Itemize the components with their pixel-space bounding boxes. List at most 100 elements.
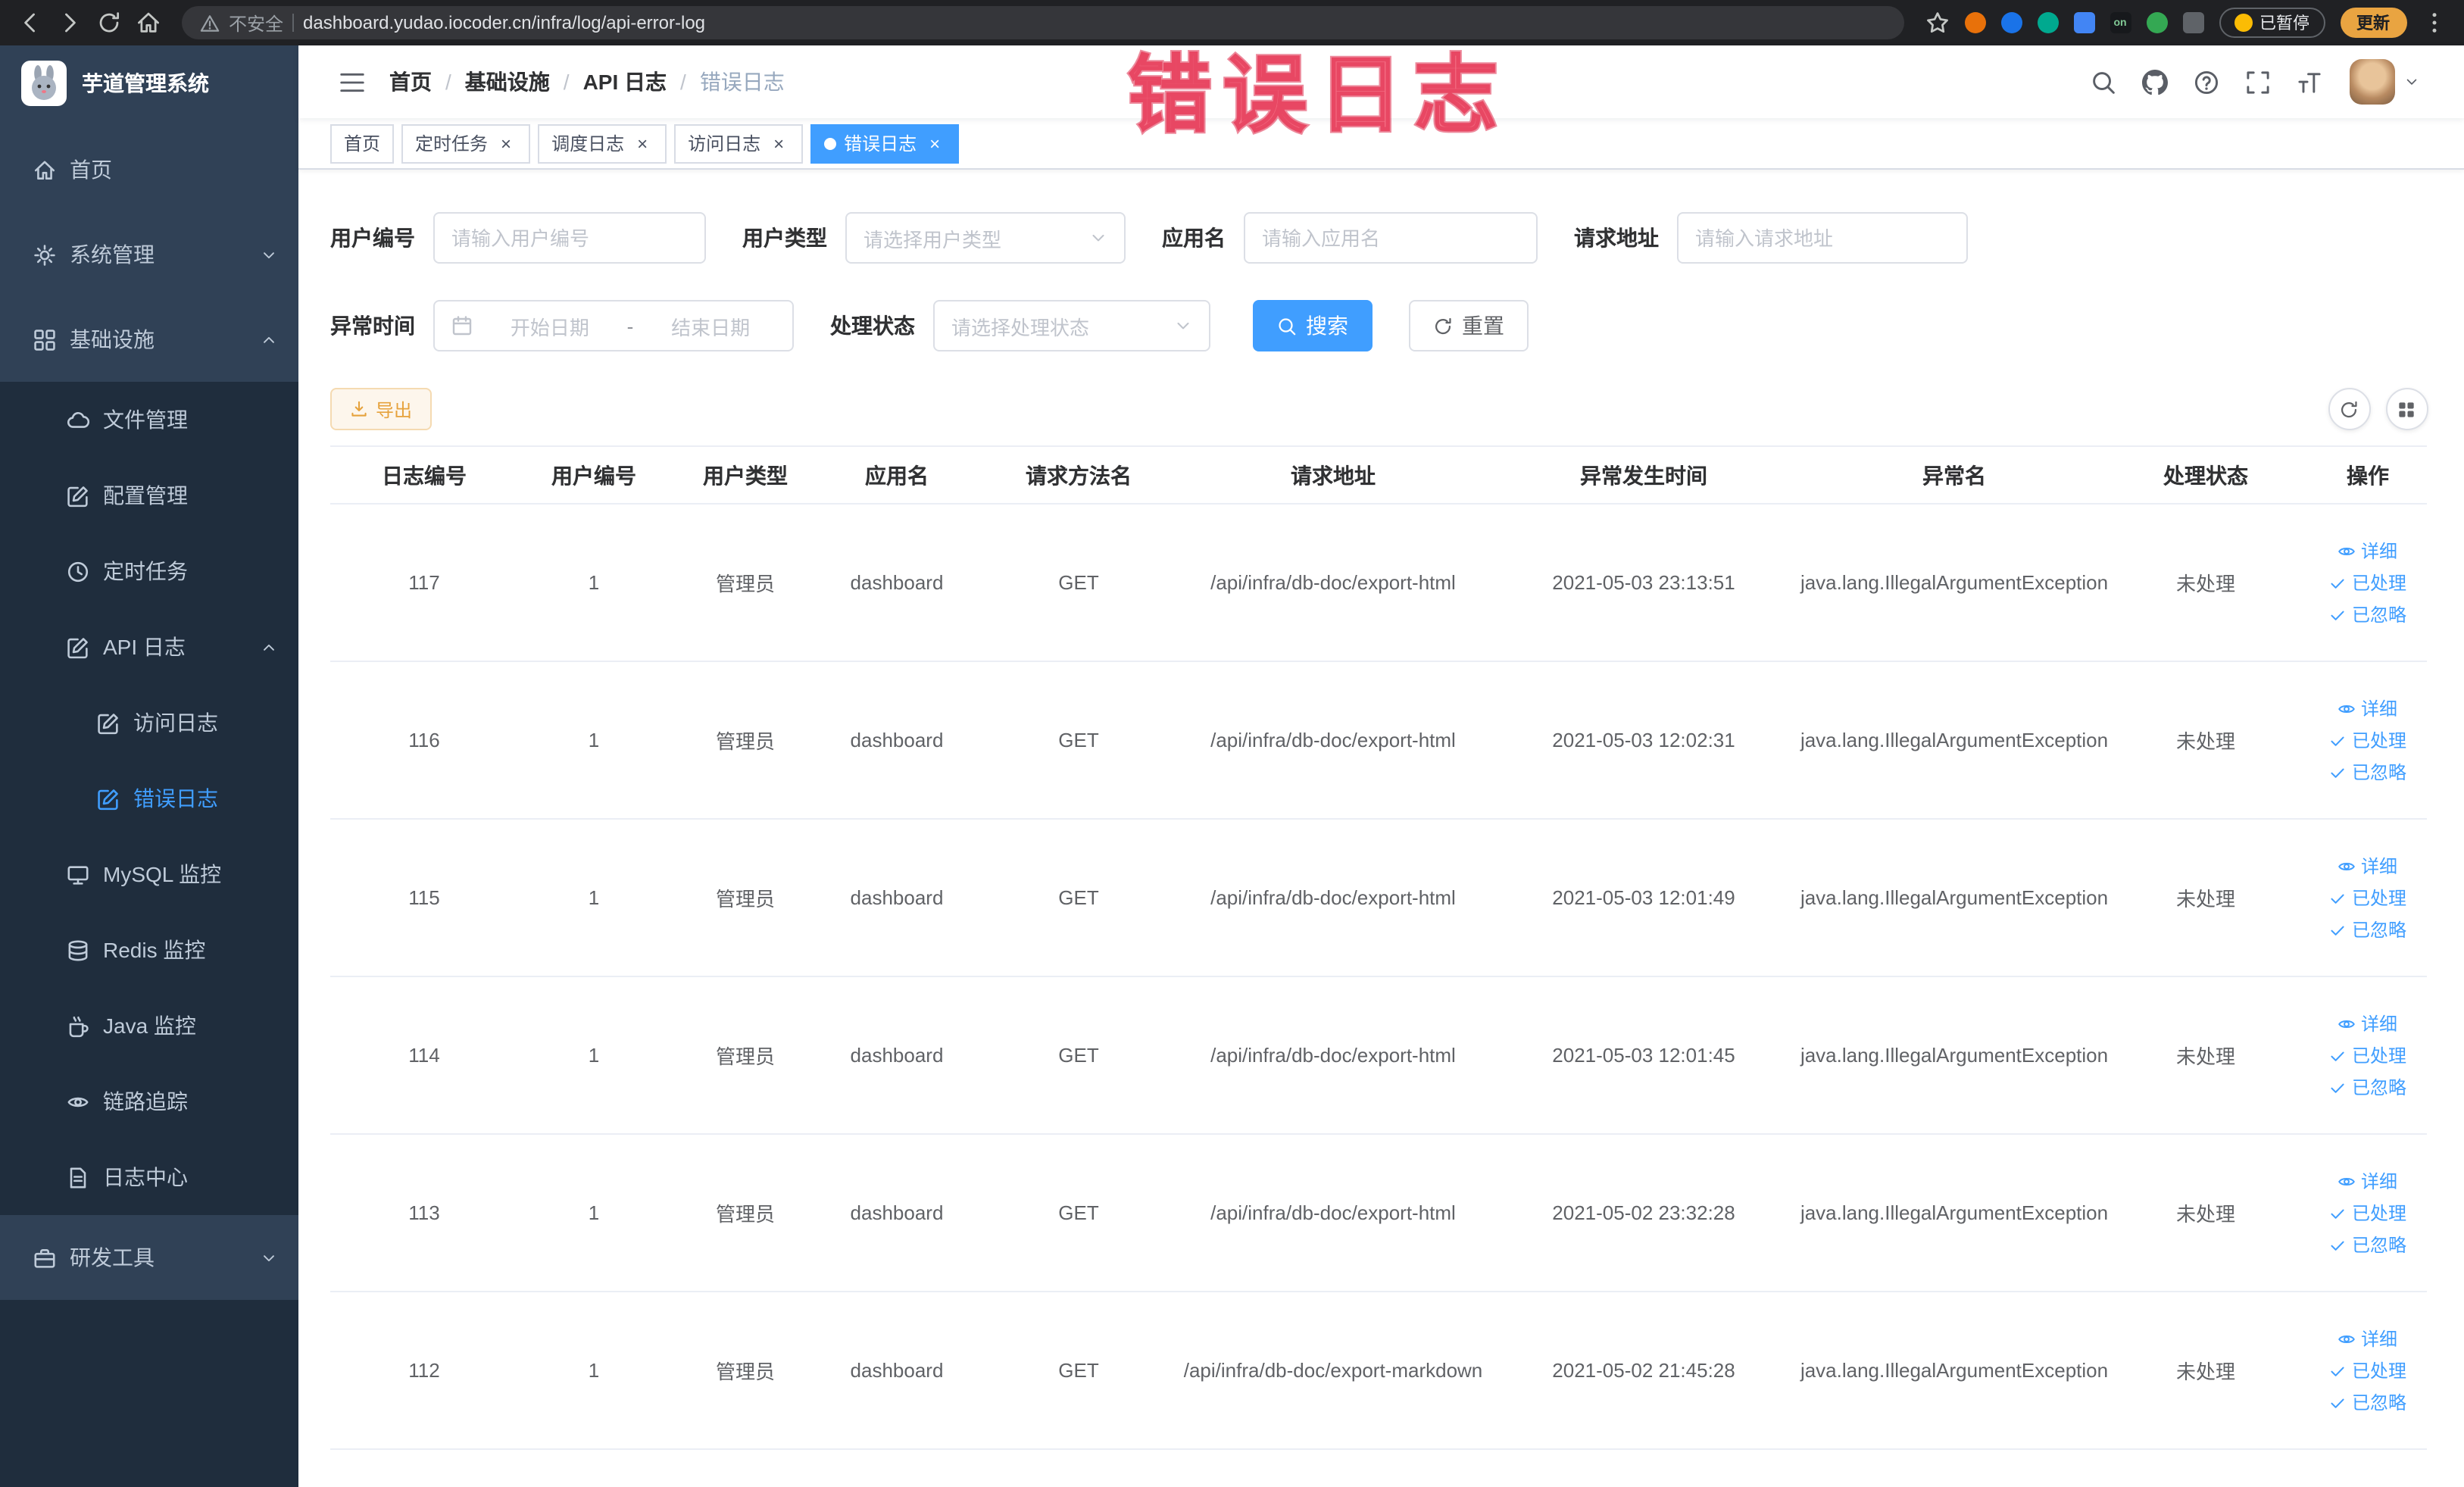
extension-icon[interactable] (1964, 12, 1985, 33)
sidebar-item-mysql-monitor[interactable]: MySQL 监控 (0, 836, 298, 912)
detail-link[interactable]: 详细 (2338, 695, 2397, 721)
app-name-input[interactable] (1244, 212, 1538, 264)
search-button-label: 搜索 (1306, 314, 1348, 338)
user-id-input[interactable] (433, 212, 706, 264)
extension-icon[interactable]: on (2110, 12, 2131, 33)
check-icon (2329, 1236, 2347, 1254)
breadcrumb-item[interactable]: 基础设施 (465, 67, 550, 97)
ignore-link[interactable]: 已忽略 (2329, 759, 2406, 785)
user-type-select[interactable]: 请选择用户类型 (845, 212, 1126, 264)
reset-button[interactable]: 重置 (1409, 300, 1529, 351)
browser-menu-kebab-icon[interactable] (2422, 11, 2446, 35)
close-icon[interactable]: × (495, 133, 517, 154)
sidebar-item-error-log[interactable]: 错误日志 (0, 761, 298, 836)
chevron-down-icon (1089, 229, 1107, 247)
extension-icon[interactable] (2000, 12, 2022, 33)
processed-link[interactable]: 已处理 (2329, 727, 2406, 753)
sidebar-item-home[interactable]: 首页 (0, 127, 298, 212)
column-settings-button[interactable] (2385, 388, 2428, 430)
fullscreen-icon[interactable] (2244, 69, 2270, 95)
rabbit-logo-icon (21, 61, 67, 106)
processed-link[interactable]: 已处理 (2329, 1357, 2406, 1383)
detail-link[interactable]: 详细 (2338, 538, 2397, 564)
forward-icon[interactable] (58, 11, 82, 35)
search-button[interactable]: 搜索 (1253, 300, 1373, 351)
check-icon (2329, 889, 2347, 907)
app-logo[interactable]: 芋道管理系统 (0, 45, 298, 121)
address-bar[interactable]: 不安全 dashboard.yudao.iocoder.cn/infra/log… (182, 6, 1903, 39)
breadcrumb-item[interactable]: API 日志 (583, 67, 667, 97)
sidebar-item-java-monitor[interactable]: Java 监控 (0, 988, 298, 1064)
detail-link[interactable]: 详细 (2338, 1168, 2397, 1194)
close-icon[interactable]: × (924, 133, 945, 154)
processed-link[interactable]: 已处理 (2329, 570, 2406, 595)
browser-home-icon[interactable] (136, 11, 161, 35)
ignore-link[interactable]: 已忽略 (2329, 1074, 2406, 1100)
breadcrumb-item: 错误日志 (699, 70, 785, 94)
processed-link[interactable]: 已处理 (2329, 1200, 2406, 1226)
close-icon[interactable]: × (632, 133, 653, 154)
sidebar-item-dev-tools[interactable]: 研发工具 (0, 1215, 298, 1300)
ignore-link[interactable]: 已忽略 (2329, 1389, 2406, 1415)
sidebar-item-access-log[interactable]: 访问日志 (0, 685, 298, 761)
close-icon[interactable]: × (768, 133, 789, 154)
detail-link[interactable]: 详细 (2338, 853, 2397, 879)
back-icon[interactable] (18, 11, 42, 35)
tag-首页[interactable]: 首页 (330, 123, 395, 163)
profile-paused-button[interactable]: 已暂停 (2219, 8, 2325, 38)
detail-link[interactable]: 详细 (2338, 1011, 2397, 1036)
update-button[interactable]: 更新 (2340, 8, 2406, 38)
tag-错误日志[interactable]: 错误日志 × (810, 123, 960, 163)
extension-puzzle-icon[interactable] (2182, 12, 2203, 33)
tag-定时任务[interactable]: 定时任务 × (401, 123, 531, 163)
ignore-link[interactable]: 已忽略 (2329, 1232, 2406, 1257)
extension-icon[interactable] (2073, 12, 2094, 33)
process-status-label: 处理状态 (830, 314, 915, 338)
cell-status: 未处理 (2175, 573, 2235, 595)
github-icon[interactable] (2141, 69, 2167, 95)
view-icon (2338, 1329, 2356, 1348)
help-icon[interactable] (2193, 69, 2219, 95)
sidebar-menu: 首页 系统管理 基础设施 文件管理 配置管理 定时任务 API 日志访问日志错误日志 MySQ… (0, 121, 298, 1300)
breadcrumb-item[interactable]: 首页 (389, 67, 432, 97)
search-icon[interactable] (2090, 69, 2116, 95)
tag-调度日志[interactable]: 调度日志 × (538, 123, 667, 163)
ignore-link[interactable]: 已忽略 (2329, 601, 2406, 627)
font-size-icon[interactable] (2296, 69, 2322, 95)
cell-id: 114 (408, 1044, 440, 1067)
processed-link[interactable]: 已处理 (2329, 885, 2406, 911)
processed-link[interactable]: 已处理 (2329, 1042, 2406, 1068)
column-header: 应用名 (865, 463, 929, 487)
extension-icon[interactable] (2146, 12, 2167, 33)
user-menu[interactable] (2349, 59, 2419, 105)
cloud-icon (67, 408, 89, 431)
sidebar-item-api-log[interactable]: API 日志 (0, 609, 298, 685)
filter-app-name: 应用名 (1162, 212, 1538, 264)
sidebar-item-infra[interactable]: 基础设施 (0, 297, 298, 382)
sidebar-item-scheduled-job[interactable]: 定时任务 (0, 533, 298, 609)
tag-访问日志[interactable]: 访问日志 × (674, 123, 804, 163)
sidebar-item-config-manage[interactable]: 配置管理 (0, 458, 298, 533)
sidebar-item-redis-monitor[interactable]: Redis 监控 (0, 912, 298, 988)
sidebar-item-log-center[interactable]: 日志中心 (0, 1139, 298, 1215)
sidebar-item-trace[interactable]: 链路追踪 (0, 1064, 298, 1139)
cell-exception: java.lang.IllegalArgumentException (1800, 1044, 2109, 1067)
export-button[interactable]: 导出 (330, 388, 433, 430)
sidebar-filler (0, 1300, 298, 1487)
avatar (2349, 59, 2394, 105)
ignore-link[interactable]: 已忽略 (2329, 917, 2406, 942)
request-url-input[interactable] (1677, 212, 1968, 264)
sidebar-item-file-manage[interactable]: 文件管理 (0, 382, 298, 458)
hamburger-icon[interactable] (338, 67, 367, 96)
extension-icon[interactable] (2037, 12, 2058, 33)
exception-time-range-picker[interactable]: 开始日期 - 结束日期 (433, 300, 794, 351)
bookmark-star-icon[interactable] (1925, 11, 1949, 35)
column-header: 用户类型 (703, 463, 788, 487)
sidebar-item-label: 访问日志 (133, 711, 218, 735)
reload-icon[interactable] (97, 11, 121, 35)
refresh-table-button[interactable] (2328, 388, 2370, 430)
detail-link[interactable]: 详细 (2338, 1326, 2397, 1351)
check-icon (2329, 731, 2347, 749)
process-status-select[interactable]: 请选择处理状态 (933, 300, 1210, 351)
sidebar-item-system[interactable]: 系统管理 (0, 212, 298, 297)
